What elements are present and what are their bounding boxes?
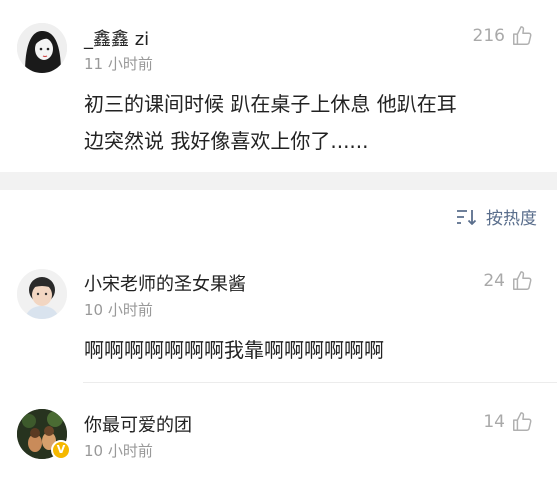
like-button[interactable]: 24 <box>483 270 533 292</box>
timestamp: 10 小时前 <box>84 442 153 460</box>
like-count: 24 <box>483 271 505 291</box>
verified-badge-icon: V <box>51 440 71 460</box>
comment-divider <box>83 382 557 383</box>
sort-by-hot-button[interactable]: 按热度 <box>456 204 537 229</box>
comment-text-line: 啊啊啊啊啊啊啊我靠啊啊啊啊啊啊 <box>84 338 384 362</box>
avatar-illustration <box>17 23 67 73</box>
username[interactable]: 小宋老师的圣女果酱 <box>84 270 246 296</box>
like-count: 216 <box>472 26 505 46</box>
username[interactable]: _鑫鑫 zi <box>84 25 149 51</box>
comment-text-line: 初三的课间时候 趴在桌子上休息 他趴在耳 <box>84 92 457 116</box>
sort-label: 按热度 <box>486 209 537 229</box>
timestamp: 11 小时前 <box>84 55 153 73</box>
thumbs-up-icon <box>513 26 532 45</box>
timestamp: 10 小时前 <box>84 301 153 319</box>
avatar[interactable] <box>17 23 67 73</box>
like-button[interactable]: 14 <box>483 411 533 433</box>
avatar-photo <box>17 269 67 319</box>
section-divider <box>0 172 557 190</box>
comment-text-line: 边突然说 我好像喜欢上你了...... <box>84 129 369 153</box>
sort-icon <box>457 209 477 225</box>
thumbs-up-icon <box>513 412 532 431</box>
thumbs-up-icon <box>513 271 532 290</box>
like-button[interactable]: 216 <box>473 25 533 47</box>
comment-text: 啊啊啊啊啊啊啊我靠啊啊啊啊啊啊 <box>84 332 384 369</box>
username[interactable]: 你最可爱的团 <box>84 411 192 437</box>
like-count: 14 <box>483 412 505 432</box>
avatar[interactable] <box>17 269 67 319</box>
comment-text: 初三的课间时候 趴在桌子上休息 他趴在耳 边突然说 我好像喜欢上你了...... <box>84 86 457 160</box>
